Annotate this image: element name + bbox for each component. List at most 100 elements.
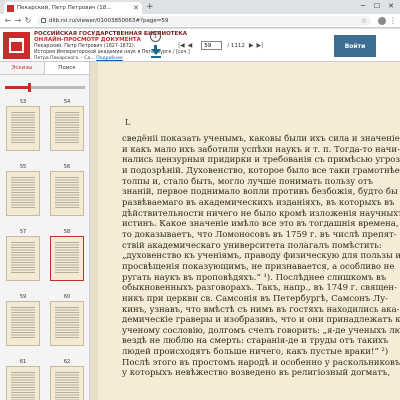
last-page-icon[interactable]: ▶| (257, 42, 264, 49)
thumbnail-page-number: 54 (63, 99, 71, 105)
page-thumbnail[interactable]: 54 (50, 98, 84, 151)
page-text-line: обыкновенныхъ разговорахъ. Такъ, напр., … (122, 283, 397, 294)
page-text: сведëнii показать ученымъ, каковы были и… (122, 134, 400, 379)
document-details-text: Петра Пекарского. - Са... (34, 56, 95, 61)
document-viewer[interactable]: L сведëнii показать ученымъ, каковы были… (91, 62, 400, 400)
reload-icon[interactable]: ↻ (23, 16, 33, 25)
thumbnail-grid: 53 54 55 56 57 58 59 60 61 62 (2, 98, 88, 400)
minimize-icon[interactable]: ─ (356, 0, 370, 12)
page-text-line: то доказываетъ, что Ломоносовъ въ 1759 г… (122, 229, 397, 240)
page-text-line: ствiй академическаго университета полага… (122, 240, 382, 251)
thumbnail-page-number: 62 (63, 359, 71, 365)
document-page: L сведëнii показать ученымъ, каковы были… (98, 62, 400, 400)
page-thumbnail[interactable]: 57 (6, 228, 40, 281)
page-navigator: |◀ ◀ / 1112 ▶ ▶| (178, 41, 266, 50)
document-details: Петра Пекарского. - Са... Подробнее (34, 56, 123, 61)
browser-tab-title: Пекарский, Петр Петрович (18... (17, 5, 112, 11)
thumbnail-image (6, 171, 40, 216)
window-controls: ─ ☐ ✕ (356, 0, 398, 12)
page-text-line: кинъ, узнавъ, что вмѣстѣ съ нимъ въ гост… (122, 304, 400, 315)
download-icon[interactable] (150, 45, 161, 58)
url-field[interactable]: dlib.rsl.ru/viewer/01003850063#?page=59 … (37, 15, 371, 26)
thumbnail-page-number: 60 (63, 294, 71, 300)
details-link[interactable]: Подробнее (96, 56, 123, 61)
sidebar-tabs: Эскизы Поиск (0, 62, 89, 75)
page-thumbnail[interactable]: 61 (6, 358, 40, 400)
slider-fill (5, 86, 29, 89)
address-bar: ← → ↻ dlib.rsl.ru/viewer/01003850063#?pa… (0, 14, 400, 28)
favicon-icon (7, 4, 14, 12)
page-text-line: и какъ мало ихъ заботили успѣхи наукъ и … (122, 144, 400, 155)
info-icon[interactable]: i (150, 31, 161, 42)
page-text-line: ругать наукъ въ проповѣдяхъ.“ ¹). Послѣд… (122, 272, 387, 283)
browser-menu-icon[interactable]: ⋮ (389, 16, 397, 25)
thumbnail-page-number: 59 (19, 294, 27, 300)
thumbnail-sidebar: Эскизы Поиск 53 54 55 56 57 58 59 60 61 62 (0, 62, 90, 400)
next-page-icon[interactable]: ▶ (249, 42, 254, 49)
login-button[interactable]: Войти (334, 35, 376, 57)
page-text-line: нались цензурныя придирки и требованiя с… (122, 155, 400, 166)
forward-icon[interactable]: → (13, 16, 23, 25)
thumbnail-page-number: 53 (19, 99, 27, 105)
tab-thumbnails[interactable]: Эскизы (0, 62, 44, 74)
thumbnail-image (50, 171, 84, 216)
document-author: Пекарский, Петр Петрович (1827-1872). (34, 44, 136, 49)
thumbnail-image (6, 301, 40, 346)
page-text-line: истинъ. Какое значенiе имѣло все это въ … (122, 219, 399, 230)
page-text-line: вездѣ не люблю на смерть: старанiя-де и … (122, 336, 389, 347)
thumbnail-zoom-slider[interactable] (5, 83, 85, 92)
slider-handle[interactable] (28, 83, 31, 92)
page-text-line: толпы и, стало быть, могло лучше понимат… (122, 176, 374, 187)
document-title: История Императорской академии наук в Пе… (34, 50, 190, 55)
thumbnail-page-number: 61 (19, 359, 27, 365)
new-tab-icon[interactable]: + (146, 2, 154, 12)
thumbnail-page-number: 55 (19, 164, 27, 170)
library-logo[interactable] (3, 32, 30, 59)
thumbnail-image (50, 366, 84, 400)
maximize-icon[interactable]: ☐ (370, 0, 384, 12)
window-close-icon[interactable]: ✕ (384, 0, 398, 12)
thumbnail-image (50, 106, 84, 151)
prev-page-icon[interactable]: ◀ (188, 42, 193, 49)
book-icon (9, 38, 24, 53)
page-thumbnail[interactable]: 62 (50, 358, 84, 400)
page-text-line: демическiе граверы и изобразивъ, что и о… (122, 315, 400, 326)
page-text-line: просвѣщенiя показующимъ, не признавается… (122, 261, 395, 272)
page-text-line: и подозрѣнiй. Духовенство, которое было … (122, 165, 400, 176)
page-text-line: ученому сословiю, долгомъ счелъ говорить… (122, 325, 400, 336)
page-text-line: знанiй, первое поднимало вопли противъ б… (122, 187, 398, 198)
page-thumbnail[interactable]: 58 (50, 228, 84, 281)
page-text-line: дѣйствительности ничего не было кромѣ из… (122, 208, 400, 219)
browser-tab-strip: Пекарский, Петр Петрович (18... ✕ + ─ ☐ … (0, 0, 400, 14)
page-text-line: никъ при церкви св. Самсонiя въ Петербур… (122, 293, 388, 304)
thumbnail-page-number: 56 (63, 164, 71, 170)
thumbnail-image (6, 366, 40, 400)
page-thumbnail[interactable]: 56 (50, 163, 84, 216)
lock-icon (41, 18, 46, 23)
close-icon[interactable]: ✕ (133, 4, 139, 12)
page-thumbnail[interactable]: 60 (50, 293, 84, 346)
page-text-line: Послѣ этого въ простомъ народѣ и особенн… (122, 357, 400, 368)
page-number-input[interactable] (201, 41, 223, 50)
page-text-line: сведëнii показать ученымъ, каковы были и… (122, 134, 400, 144)
thumbnail-image (6, 106, 40, 151)
page-text-line: у которыхъ невѣжество возведено въ религ… (122, 368, 391, 379)
page-total: / 1112 (227, 42, 245, 49)
page-thumbnail[interactable]: 55 (6, 163, 40, 216)
page-text-line: „духовенство къ ученiямъ, праводу физиче… (122, 251, 400, 262)
page-thumbnail[interactable]: 53 (6, 98, 40, 151)
tab-search[interactable]: Поиск (44, 62, 89, 74)
browser-tab[interactable]: Пекарский, Петр Петрович (18... ✕ (4, 2, 142, 14)
thumbnail-page-number: 58 (63, 229, 71, 235)
profile-icon[interactable] (378, 16, 386, 25)
first-page-icon[interactable]: |◀ (178, 42, 185, 49)
page-thumbnail[interactable]: 59 (6, 293, 40, 346)
back-icon[interactable]: ← (3, 16, 13, 25)
thumbnail-page-number: 57 (19, 229, 27, 235)
page-text-line: развѣваемаго въ академическихъ изданiяхъ… (122, 197, 395, 208)
page-text-line: людей происходятъ больше ничего, какъ пу… (122, 347, 389, 358)
library-subtitle: ОНЛАЙН-ПРОСМОТР ДОКУМЕНТА (34, 37, 141, 43)
site-header: РОССИЙСКАЯ ГОСУДАРСТВЕННАЯ БИБЛИОТЕКА ОН… (0, 29, 400, 62)
bookmark-star-icon[interactable]: ☆ (361, 17, 367, 25)
thumbnail-image (50, 301, 84, 346)
